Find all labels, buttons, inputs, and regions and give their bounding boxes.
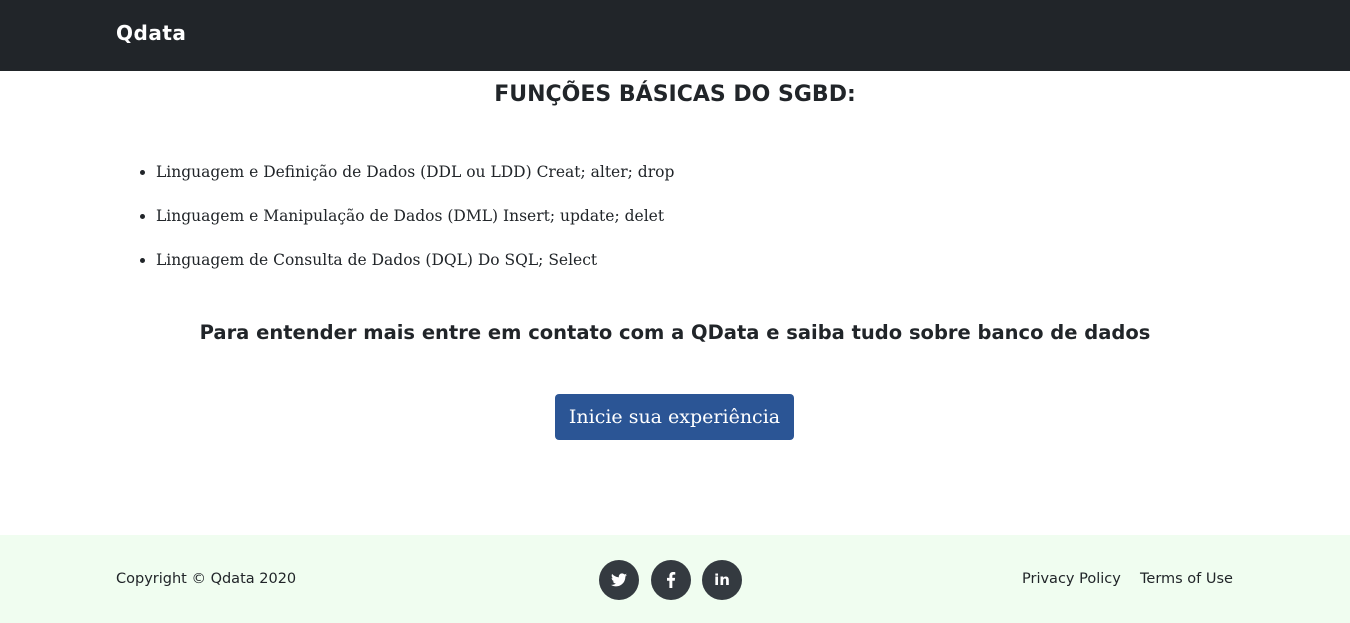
privacy-policy-link[interactable]: Privacy Policy xyxy=(1022,571,1121,587)
linkedin-icon: in xyxy=(714,570,730,589)
list-item: Linguagem e Manipulação de Dados (DML) I… xyxy=(156,204,674,248)
linkedin-button[interactable]: in xyxy=(702,560,742,600)
brand-logo[interactable]: Qdata xyxy=(116,21,186,45)
list-item: Linguagem de Consulta de Dados (DQL) Do … xyxy=(156,248,674,292)
start-experience-button[interactable]: Inicie sua experiência xyxy=(555,394,794,440)
twitter-button[interactable] xyxy=(599,560,639,600)
footer: Copyright © Qdata 2020 in Privacy Policy… xyxy=(0,535,1350,623)
functions-list: Linguagem e Definição de Dados (DDL ou L… xyxy=(136,160,674,292)
top-navbar: Qdata xyxy=(0,0,1350,71)
contact-call-to-action: Para entender mais entre em contato com … xyxy=(199,321,1151,344)
facebook-button[interactable] xyxy=(651,560,691,600)
page-title: FUNÇÕES BÁSICAS DO SGBD: xyxy=(494,82,856,107)
terms-of-use-link[interactable]: Terms of Use xyxy=(1140,571,1233,587)
twitter-icon xyxy=(611,573,627,587)
facebook-icon xyxy=(666,572,676,588)
copyright-text: Copyright © Qdata 2020 xyxy=(116,571,297,587)
list-item: Linguagem e Definição de Dados (DDL ou L… xyxy=(156,160,674,204)
